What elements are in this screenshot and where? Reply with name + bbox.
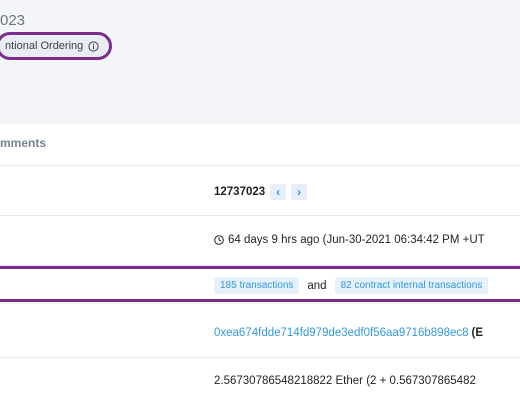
page-title: 023: [0, 12, 26, 29]
miner-row: 0xea674fdde714fd979de3edf0f56aa9716b898e…: [0, 310, 520, 358]
block-height-row: 12737023 ‹ ›: [0, 166, 520, 216]
timestamp-text: 64 days 9 hrs ago (Jun-30-2021 06:34:42 …: [228, 234, 485, 246]
timestamp-row: 64 days 9 hrs ago (Jun-30-2021 06:34:42 …: [0, 216, 520, 266]
prev-block-button[interactable]: ‹: [270, 184, 287, 200]
transactions-count-link[interactable]: 185 transactions: [214, 277, 300, 294]
transactions-row: 185 transactions and 82 contract interna…: [0, 266, 520, 302]
timestamp-value: 64 days 9 hrs ago (Jun-30-2021 06:34:42 …: [214, 234, 485, 246]
block-number: 12737023: [214, 186, 266, 198]
miner-name-suffix: (E: [471, 327, 484, 339]
block-height-value: 12737023 ‹ ›: [214, 184, 308, 200]
internal-transactions-link[interactable]: 82 contract internal transactions: [334, 277, 489, 294]
and-text: and: [307, 279, 327, 292]
tab-comments[interactable]: mments: [0, 136, 46, 150]
block-reward-value: 2.56730786548218822 Ether (2 + 0.5673078…: [214, 375, 476, 387]
miner-address-link[interactable]: 0xea674fdde714fd979de3edf0f56aa9716b898e…: [214, 327, 469, 339]
transactions-value: 185 transactions and 82 contract interna…: [214, 277, 489, 294]
miner-value: 0xea674fdde714fd979de3edf0f56aa9716b898e…: [214, 327, 483, 339]
info-circle-icon[interactable]: [88, 40, 99, 52]
page-header: 023 ntional Ordering: [0, 0, 520, 124]
ordering-label: ntional Ordering: [5, 40, 84, 52]
tab-bar: mments: [0, 124, 520, 166]
conventional-ordering-badge[interactable]: ntional Ordering: [0, 32, 112, 60]
clock-icon: [214, 235, 224, 245]
block-reward-row: 2.56730786548218822 Ether (2 + 0.5673078…: [0, 358, 520, 400]
next-block-button[interactable]: ›: [291, 184, 308, 200]
